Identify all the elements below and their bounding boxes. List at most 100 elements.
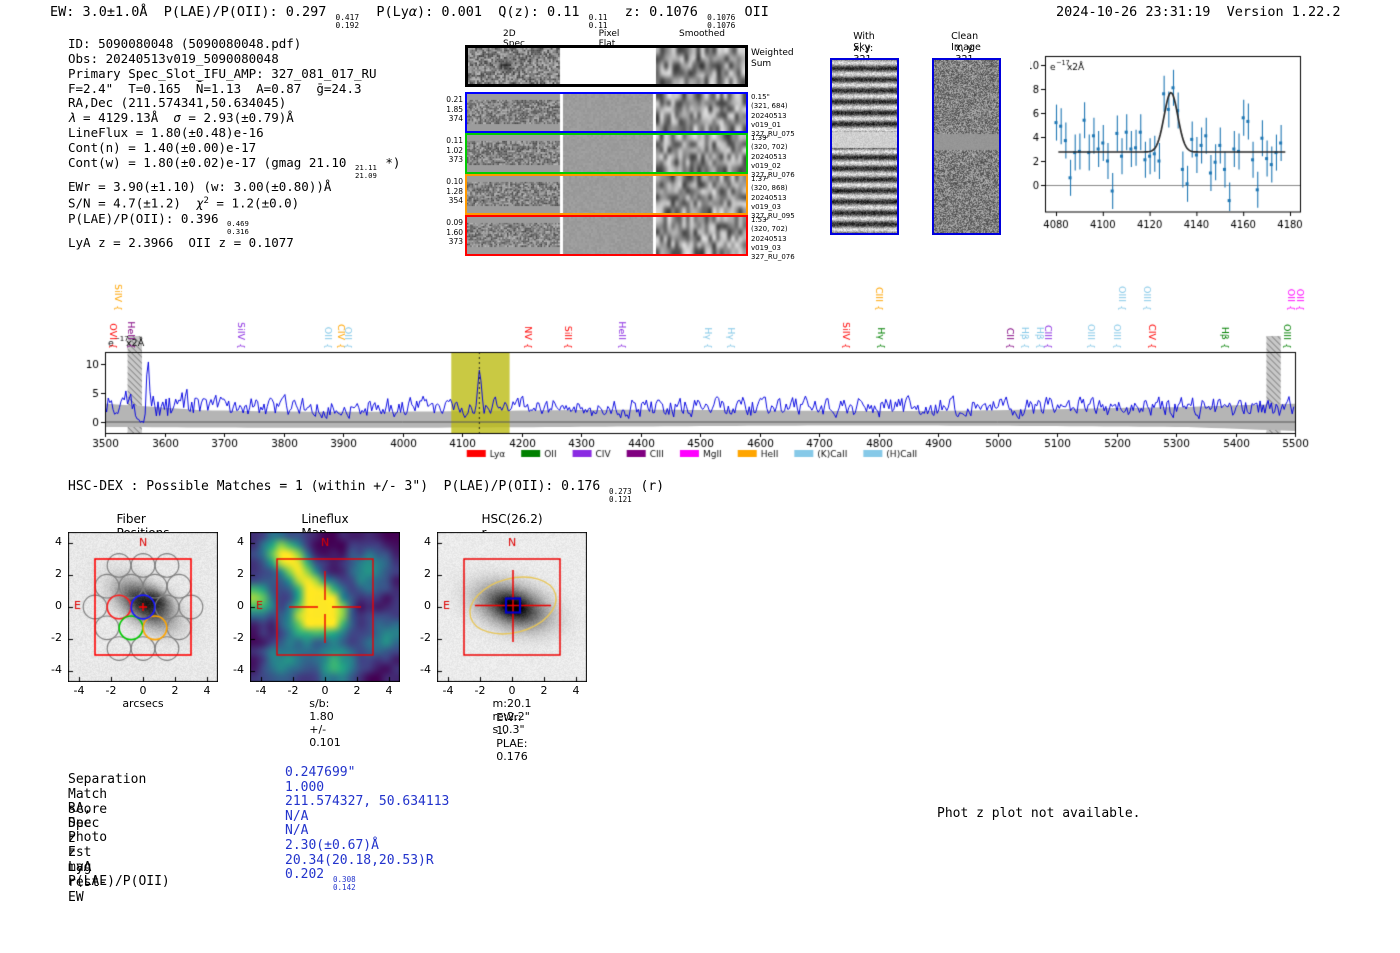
text-segment: LyA z = 2.3966 OII z = 0.1077 — [68, 234, 294, 250]
info-line: Cont(w) = 1.80(±0.02)e-17 (gmag 21.10 21… — [68, 154, 401, 180]
axis-tick-label: -4 — [51, 663, 62, 676]
axis-tick-label: -4 — [442, 684, 454, 697]
spec2d-row-right-labels: 1.37" (320, 868) 20240513 v019_03 327_RU_095 — [751, 175, 795, 221]
spec2d-row — [465, 45, 748, 87]
match-value: 1.000 — [285, 780, 324, 795]
info-line: LineFlux = 1.80(±0.48)e-16 — [68, 125, 400, 141]
axis-tick-label: 0 — [424, 599, 431, 612]
axis-tick-label: 2 — [55, 567, 62, 580]
axis-tick-label: 2 — [540, 684, 548, 697]
text-segment: ): 0.001 Q(z): 0.11 — [416, 4, 588, 20]
axis-tick-label: -4 — [233, 663, 244, 676]
text-segment: *) — [377, 154, 401, 170]
spec2d-row — [465, 174, 748, 215]
info-line: Obs: 20240513v019_5090080048 — [68, 51, 400, 67]
hsc-canvas — [437, 532, 587, 682]
axis-tick-label: 0 — [237, 599, 244, 612]
text-segment: 0.202 — [285, 867, 332, 883]
spec2d-row — [465, 133, 748, 174]
info-line: F=2.4" T=0.165 N̄=1.13 A=0.87 ḡ=24.3 — [68, 81, 400, 97]
axis-tick-label: 0 — [55, 599, 62, 612]
text-segment: 211.574327, 50.634113 — [285, 794, 450, 810]
match-value: 0.247699" — [285, 765, 355, 780]
match-value: 20.34(20.18,20.53)R — [285, 853, 434, 868]
text-segment: α — [408, 4, 417, 20]
info-line: Cont(n) = 1.40(±0.00)e-17 — [68, 140, 400, 156]
axis-tick-label: -2 — [287, 684, 299, 697]
text-segment: Cont(w) = 1.80(±0.02)e-17 (gmag 21.10 — [68, 154, 354, 170]
spec2d-col-header: Smoothed — [679, 29, 725, 39]
spec2d-row-right-labels: 1.53" (320, 702) 20240513 v019_03 327_RU_076 — [751, 216, 795, 262]
panel-xlabel-lineflux: s/b: 1.80 +/- 0.101 — [309, 697, 341, 749]
match-value: N/A — [285, 809, 308, 824]
axis-tick-label: -4 — [255, 684, 267, 697]
text-segment: = 4129.13Å — [75, 110, 174, 126]
text-segment: = 2.93(±0.79)Å — [180, 110, 294, 126]
axis-tick-label: 4 — [385, 684, 393, 697]
axis-tick-label: -4 — [420, 663, 431, 676]
fiber-image-frame — [830, 58, 899, 235]
text-segment: Primary Spec_Slot_IFU_AMP: 327_081_017_R… — [68, 65, 377, 81]
axis-tick-label: 4 — [203, 684, 211, 697]
match-label: mag — [68, 859, 92, 875]
info-line: RA,Dec (211.574341,50.634045) — [68, 95, 400, 111]
with_sky-canvas — [832, 60, 897, 233]
stacked-uncertainty: 21.11 21.09 — [354, 163, 377, 180]
info-line: S/N = 4.7(±1.2) χ2 = 1.2(±0.0) — [68, 194, 400, 211]
axis-tick-label: -2 — [105, 684, 117, 697]
text-segment: σ — [173, 110, 181, 126]
text-segment: z: 0.1076 — [608, 4, 707, 20]
spec2d-row-right-labels: Weighted Sum — [751, 48, 794, 69]
axis-tick-label: 2 — [237, 567, 244, 580]
axis-tick-label: -2 — [233, 631, 244, 644]
axis-tick-label: 4 — [237, 535, 244, 548]
fiber-image-frame — [932, 58, 1001, 235]
clean-canvas — [934, 60, 999, 233]
match-value: 2.30(±0.67)Å — [285, 838, 379, 853]
text-segment: P(Ly — [360, 4, 409, 20]
text-segment: 1.000 — [285, 779, 325, 795]
spec2d-row-left-labels: 0.10 1.28 354 — [446, 177, 463, 206]
spec2d-row-canvas — [467, 176, 746, 213]
text-segment: 0.247699" — [285, 765, 356, 780]
stacked-uncertainty: 0.11 0.11 — [588, 12, 608, 31]
spec2d-row — [465, 215, 748, 256]
axis-tick-label: 2 — [171, 684, 179, 697]
text-segment: EWr = 3.90(±1.10) (w: 3.00(±0.80))Å — [68, 178, 332, 194]
spec2d-row-left-labels: 0.11 1.02 373 — [446, 136, 463, 165]
info-line: P(LAE)/P(OII): 0.396 0.469 0.316 — [68, 210, 400, 236]
line-fit-plot-canvas — [1030, 42, 1330, 237]
text-segment: (r) — [632, 479, 665, 494]
axis-tick-label: -4 — [73, 684, 85, 697]
header-summary: EW: 3.0±1.0Å P(LAE)/P(OII): 0.297 0.417 0… — [50, 4, 769, 30]
axis-tick-label: -2 — [420, 631, 431, 644]
text-segment: λ — [68, 110, 76, 126]
spec2d-row-canvas — [468, 48, 745, 84]
spec2d-row-right-labels: 1.39" (320, 702) 20240513 v019_02 327_RU_076 — [751, 134, 795, 180]
fiber-canvas — [68, 532, 218, 682]
text-segment: P(LAE)/P(OII): 0.396 — [68, 210, 227, 226]
spec2d-row — [465, 92, 748, 133]
lineflux-canvas — [250, 532, 400, 682]
axis-tick-label: -2 — [474, 684, 486, 697]
stacked-uncertainty: 0.417 0.192 — [335, 12, 360, 31]
axis-tick-label: 0 — [321, 684, 329, 697]
info-line: λ = 4129.13Å σ = 2.93(±0.79)Å — [68, 110, 400, 126]
spec2d-row-left-labels: 0.09 1.60 373 — [446, 218, 463, 247]
axis-tick-label: 4 — [424, 535, 431, 548]
match-value: 0.202 0.308 0.142 — [285, 867, 357, 892]
match-label: P(LAE)/P(OII) — [68, 874, 170, 890]
stacked-uncertainty: 0.273 0.121 — [609, 486, 632, 504]
match-label: Separation — [68, 772, 147, 787]
axis-tick-label: 2 — [353, 684, 361, 697]
axis-tick-label: 0 — [139, 684, 147, 697]
stacked-uncertainty: 0.308 0.142 — [332, 874, 356, 892]
text-segment: HSC-DEX : Possible Matches = 1 (within +… — [68, 479, 609, 494]
elixer-report-page: EW: 3.0±1.0Å P(LAE)/P(OII): 0.297 0.417 0… — [0, 0, 1400, 953]
hsc-dex-match-line: HSC-DEX : Possible Matches = 1 (within +… — [68, 479, 664, 504]
text-segment: RA,Dec (211.574341,50.634045) — [68, 95, 287, 111]
header-timestamp: 2024-10-26 23:31:19 Version 1.22.2 — [1056, 4, 1341, 20]
match-value: 211.574327, 50.634113 — [285, 794, 449, 809]
text-segment: N/A — [285, 823, 309, 839]
axis-tick-label: 4 — [55, 535, 62, 548]
